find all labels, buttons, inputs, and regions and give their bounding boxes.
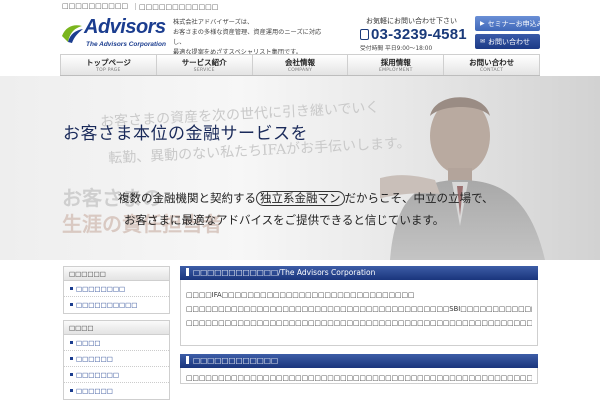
- nav-sublabel: SERVICE: [193, 68, 215, 73]
- square-icon: [186, 356, 189, 364]
- sidebar-box-title: □□□□: [64, 321, 169, 335]
- section-paragraph: □□□□IFA□□□□□□□□□□□□□□□□□□□□□□□□□□□□□□: [186, 291, 415, 299]
- nav-sublabel: CONTACT: [479, 68, 504, 73]
- sidebar-link-label: □□□□□□: [76, 355, 113, 363]
- bullet-icon: [70, 357, 73, 360]
- nav-sublabel: EMPLOYMENT: [378, 68, 413, 73]
- contact-block: お気軽にお問い合わせ下さい 03-3239-4581 受付時間 平日9:00～1…: [360, 16, 470, 52]
- section-title-bar: □□□□□□□□□□□□/The Advisors Corporation: [180, 266, 538, 280]
- hero-line-1: 複数の金融機関と契約する 独立系金融マン だからこそ、中立の立場で、: [118, 190, 494, 206]
- nav-item-employment[interactable]: 採用情報 EMPLOYMENT: [348, 55, 445, 75]
- sidebar: □□□□□□ □□□□□□□□ □□□□□□□□□□ □□□□ □□□□ □□□…: [63, 266, 170, 406]
- top-link-2[interactable]: ｜□□□□□□□□□□□□: [132, 2, 218, 12]
- nav-label: サービス紹介: [181, 58, 227, 67]
- sidebar-link[interactable]: □□□□□□□: [64, 367, 169, 383]
- top-strip: □□□□□□□□□□ ｜□□□□□□□□□□□□: [0, 0, 600, 14]
- contact-lead: お気軽にお問い合わせ下さい: [366, 17, 457, 25]
- logo[interactable]: Advisors The Advisors Corporation: [60, 16, 178, 52]
- nav-label: トップページ: [85, 58, 131, 67]
- sidebar-link-label: □□□□: [76, 339, 101, 347]
- contact-button-label: お問い合わせ: [488, 37, 531, 46]
- bullet-icon: [70, 303, 73, 306]
- global-nav: トップページ TOP PAGE サービス紹介 SERVICE 会社情報 COMP…: [60, 54, 540, 76]
- sidebar-link-label: □□□□□□□: [76, 371, 119, 379]
- nav-label: 会社情報: [284, 58, 315, 67]
- section-title: □□□□□□□□□□□□: [193, 356, 279, 365]
- square-icon: [186, 268, 189, 276]
- sidebar-link[interactable]: □□□□: [64, 335, 169, 351]
- contact-button[interactable]: ✉ お問い合わせ: [475, 34, 540, 49]
- sidebar-link-label: □□□□□□: [76, 387, 113, 395]
- sidebar-link[interactable]: □□□□□□□□□□: [64, 297, 169, 313]
- section-title: □□□□□□□□□□□□/The Advisors Corporation: [193, 268, 376, 277]
- hero-banner: お客さまの資産を次の世代に引き継いでいく 転勤、異動のない私たちIFAがお手伝い…: [0, 76, 600, 260]
- hero-person-image: [380, 97, 545, 260]
- hero-line-1-post: だからこそ、中立の立場で、: [344, 191, 494, 205]
- hero-line-1-pre: 複数の金融機関と契約する: [118, 191, 256, 205]
- main-content: □□□□□□□□□□□□/The Advisors Corporation □□…: [180, 266, 538, 384]
- bullet-icon: [70, 389, 73, 392]
- phone-icon: [360, 29, 369, 40]
- sidebar-link[interactable]: □□□□□□: [64, 383, 169, 399]
- seminar-button[interactable]: ▶ セミナーお申込み: [475, 16, 544, 31]
- sidebar-box: □□□□□□ □□□□□□□□ □□□□□□□□□□: [63, 266, 170, 314]
- section-title-bar: □□□□□□□□□□□□: [180, 354, 538, 368]
- logo-brand-text: Advisors: [84, 16, 166, 38]
- sidebar-box-title: □□□□□□: [64, 267, 169, 281]
- company-description-line: お客さまの多様な資産管理、資産運用のニーズに対応し、: [173, 29, 322, 46]
- seminar-button-label: セミナーお申込み: [487, 19, 544, 28]
- section-paragraph: □□□□□□□□□□□□□□□□□□□□□□□□□□□□□□□□□□□□□□□□…: [186, 374, 532, 382]
- company-description-line: 株式会社アドバイザーズは、: [173, 19, 254, 26]
- phone-number-text: 03-3239-4581: [371, 26, 467, 43]
- sidebar-link-label: □□□□□□□□: [76, 285, 126, 293]
- nav-item-contact[interactable]: お問い合わせ CONTACT: [444, 55, 540, 75]
- nav-sublabel: COMPANY: [287, 68, 313, 73]
- nav-item-top[interactable]: トップページ TOP PAGE: [60, 55, 157, 75]
- nav-sublabel: TOP PAGE: [96, 68, 121, 73]
- section-paragraph: □□□□□□□□□□□□□□□□□□□□□□□□□□□□□□□□□□□□□□□□…: [186, 319, 532, 327]
- bullet-icon: [70, 373, 73, 376]
- hero-line-2: お客さまに最適なアドバイスをご提供できると信じています。: [124, 213, 445, 227]
- sidebar-link[interactable]: □□□□□□□□: [64, 281, 169, 297]
- section-body: □□□□IFA□□□□□□□□□□□□□□□□□□□□□□□□□□□□□□ □□…: [180, 280, 538, 346]
- business-hours: 受付時間 平日9:00～18:00: [360, 46, 433, 52]
- sidebar-link-label: □□□□□□□□□□: [76, 301, 138, 309]
- logo-swoosh-icon: [62, 25, 83, 43]
- sidebar-box: □□□□ □□□□ □□□□□□ □□□□□□□ □□□□□□: [63, 320, 170, 400]
- top-link-1[interactable]: □□□□□□□□□□: [62, 2, 128, 10]
- nav-item-company[interactable]: 会社情報 COMPANY: [253, 55, 349, 75]
- hero-headline: お客さま本位の金融サービスを: [63, 124, 308, 144]
- mail-icon: ✉: [480, 38, 486, 45]
- nav-item-service[interactable]: サービス紹介 SERVICE: [157, 55, 253, 75]
- section-paragraph: □□□□□□□□□□□□□□□□□□□□□□□□□□□□□□□□□□□□□□□□…: [186, 305, 532, 313]
- bullet-icon: [70, 287, 73, 290]
- phone-number[interactable]: 03-3239-4581: [360, 26, 470, 43]
- header: Advisors The Advisors Corporation 株式会社アド…: [0, 14, 600, 56]
- sidebar-link[interactable]: □□□□□□: [64, 351, 169, 367]
- hero-line-1-circled: 独立系金融マン: [256, 191, 345, 206]
- section-body: □□□□□□□□□□□□□□□□□□□□□□□□□□□□□□□□□□□□□□□□…: [180, 368, 538, 384]
- nav-label: 採用情報: [380, 58, 411, 67]
- logo-sub-text: The Advisors Corporation: [86, 41, 166, 48]
- nav-label: お問い合わせ: [469, 58, 515, 67]
- bullet-icon: [70, 341, 73, 344]
- company-description: 株式会社アドバイザーズは、 お客さまの多様な資産管理、資産運用のニーズに対応し、…: [173, 18, 323, 58]
- arrow-right-icon: ▶: [480, 20, 485, 27]
